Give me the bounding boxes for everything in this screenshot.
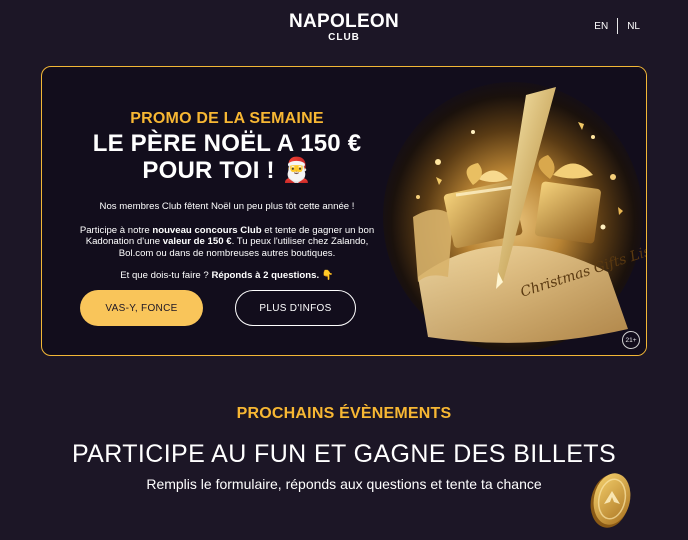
pointing-down-icon: 👇 [319, 270, 334, 281]
events-kicker: PROCHAINS ÉVÈNEMENTS [236, 405, 452, 422]
promo-title: LE PÈRE NOËL A 150 € POUR TOI ! 🎅 [67, 130, 387, 184]
events-subtitle: Remplis le formulaire, réponds aux quest… [146, 476, 542, 492]
promo-card: PROMO DE LA SEMAINE LE PÈRE NOËL A 150 €… [41, 66, 647, 356]
promo-cta-question: Et que dois-tu faire ? [120, 270, 212, 281]
events-section: PROCHAINS ÉVÈNEMENTS PARTICIPE AU FUN ET… [0, 405, 688, 492]
language-nl-link[interactable]: NL [627, 21, 640, 32]
promo-intro-text: Nos membres Club fêtent Noël un peu plus… [99, 201, 355, 212]
logo-main-text: NAPOLEON [288, 11, 400, 32]
events-title: PARTICIPE AU FUN ET GAGNE DES BILLETS [71, 440, 617, 468]
gold-coin-icon [588, 471, 633, 529]
promo-title-line1: LE PÈRE NOËL A 150 € [92, 130, 362, 157]
promo-cta-answer: Réponds à 2 questions. [211, 270, 320, 281]
language-divider [617, 18, 619, 34]
napoleon-club-logo[interactable]: NAPOLEON CLUB [0, 12, 688, 43]
promo-desc-part1: Participe à notre [79, 224, 153, 236]
christmas-gift-image: Christmas Gifts List 21+ [378, 67, 646, 355]
promo-description: Participe à notre nouveau concours Club … [67, 225, 387, 260]
site-header: NAPOLEON CLUB EN NL [0, 0, 688, 56]
logo-sub-text: CLUB [328, 32, 360, 43]
age-restriction-badge: 21+ [622, 331, 640, 349]
promo-desc-contest: nouveau concours Club [152, 224, 262, 236]
christmas-gift-illustration: Christmas Gifts List [378, 67, 646, 355]
promo-desc-value: valeur de 150 € [162, 236, 232, 247]
promo-text-block: PROMO DE LA SEMAINE LE PÈRE NOËL A 150 €… [67, 67, 387, 282]
more-info-button[interactable]: PLUS D'INFOS [235, 290, 356, 326]
go-for-it-button[interactable]: VAS-Y, FONCE [80, 290, 203, 326]
promo-call-to-action-text: Et que dois-tu faire ? Réponds à 2 quest… [67, 270, 387, 282]
language-switcher: EN NL [594, 18, 640, 34]
promo-title-line2: POUR TOI ! 🎅 [142, 157, 312, 184]
language-en-link[interactable]: EN [594, 21, 608, 32]
promo-kicker: PROMO DE LA SEMAINE [130, 110, 324, 127]
